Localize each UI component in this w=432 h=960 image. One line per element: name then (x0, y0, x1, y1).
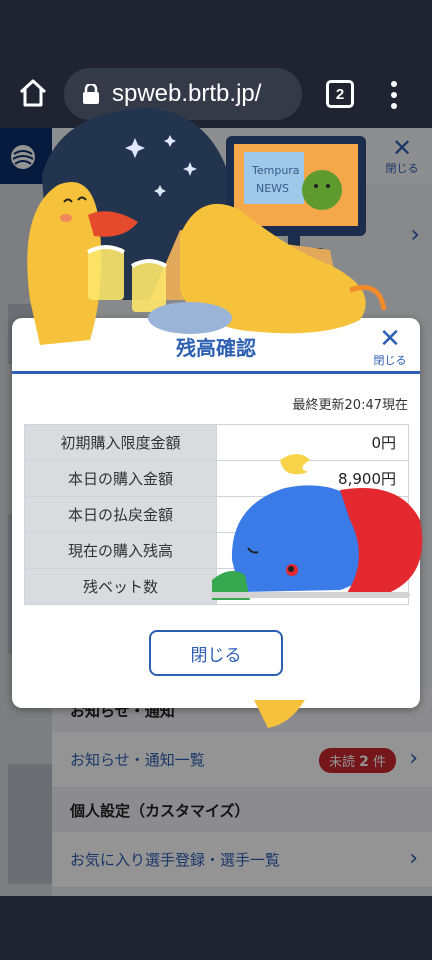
system-nav-bar (0, 896, 432, 960)
url-text: spweb.brtb.jp/ (112, 80, 262, 107)
browser-toolbar: spweb.brtb.jp/ 2 (0, 60, 432, 128)
table-row: 本日の購入金額 8,900円 (24, 460, 409, 497)
row-value: 8,900円 (216, 460, 409, 497)
row-label: 現在の購入残高 (24, 532, 217, 569)
row-value (216, 496, 409, 533)
row-label: 残ベット数 (24, 568, 217, 605)
modal-header: 残高確認 ✕ 閉じる (12, 318, 420, 374)
address-bar[interactable]: spweb.brtb.jp/ (64, 68, 302, 120)
row-value (216, 532, 409, 569)
modal-close-label: 閉じる (373, 354, 407, 367)
balance-modal: 残高確認 ✕ 閉じる 最終更新20:47現在 初期購入限度金額 0円 本日の購入金… (12, 318, 420, 708)
status-bar (0, 0, 432, 60)
modal-close-footer-button[interactable]: 閉じる (149, 630, 283, 676)
table-row: 本日の払戻金額 (24, 496, 409, 533)
overflow-menu-icon[interactable] (384, 78, 404, 112)
table-row: 現在の購入残高 (24, 532, 409, 569)
lock-icon (83, 84, 99, 104)
table-row: 初期購入限度金額 0円 (24, 424, 409, 461)
modal-close-button[interactable]: ✕ 閉じる (370, 326, 410, 368)
modal-title: 残高確認 (176, 336, 256, 360)
table-row: 残ベット数 (24, 568, 409, 605)
row-label: 本日の購入金額 (24, 460, 217, 497)
row-label: 初期購入限度金額 (24, 424, 217, 461)
home-icon[interactable] (16, 76, 50, 110)
balance-table: 初期購入限度金額 0円 本日の購入金額 8,900円 本日の払戻金額 現在の購入残高… (24, 424, 409, 605)
tab-switcher-button[interactable]: 2 (326, 80, 354, 108)
close-icon: ✕ (379, 324, 401, 354)
row-value (216, 568, 409, 605)
row-value: 0円 (216, 424, 409, 461)
row-label: 本日の払戻金額 (24, 496, 217, 533)
last-updated-text: 最終更新20:47現在 (292, 398, 408, 413)
